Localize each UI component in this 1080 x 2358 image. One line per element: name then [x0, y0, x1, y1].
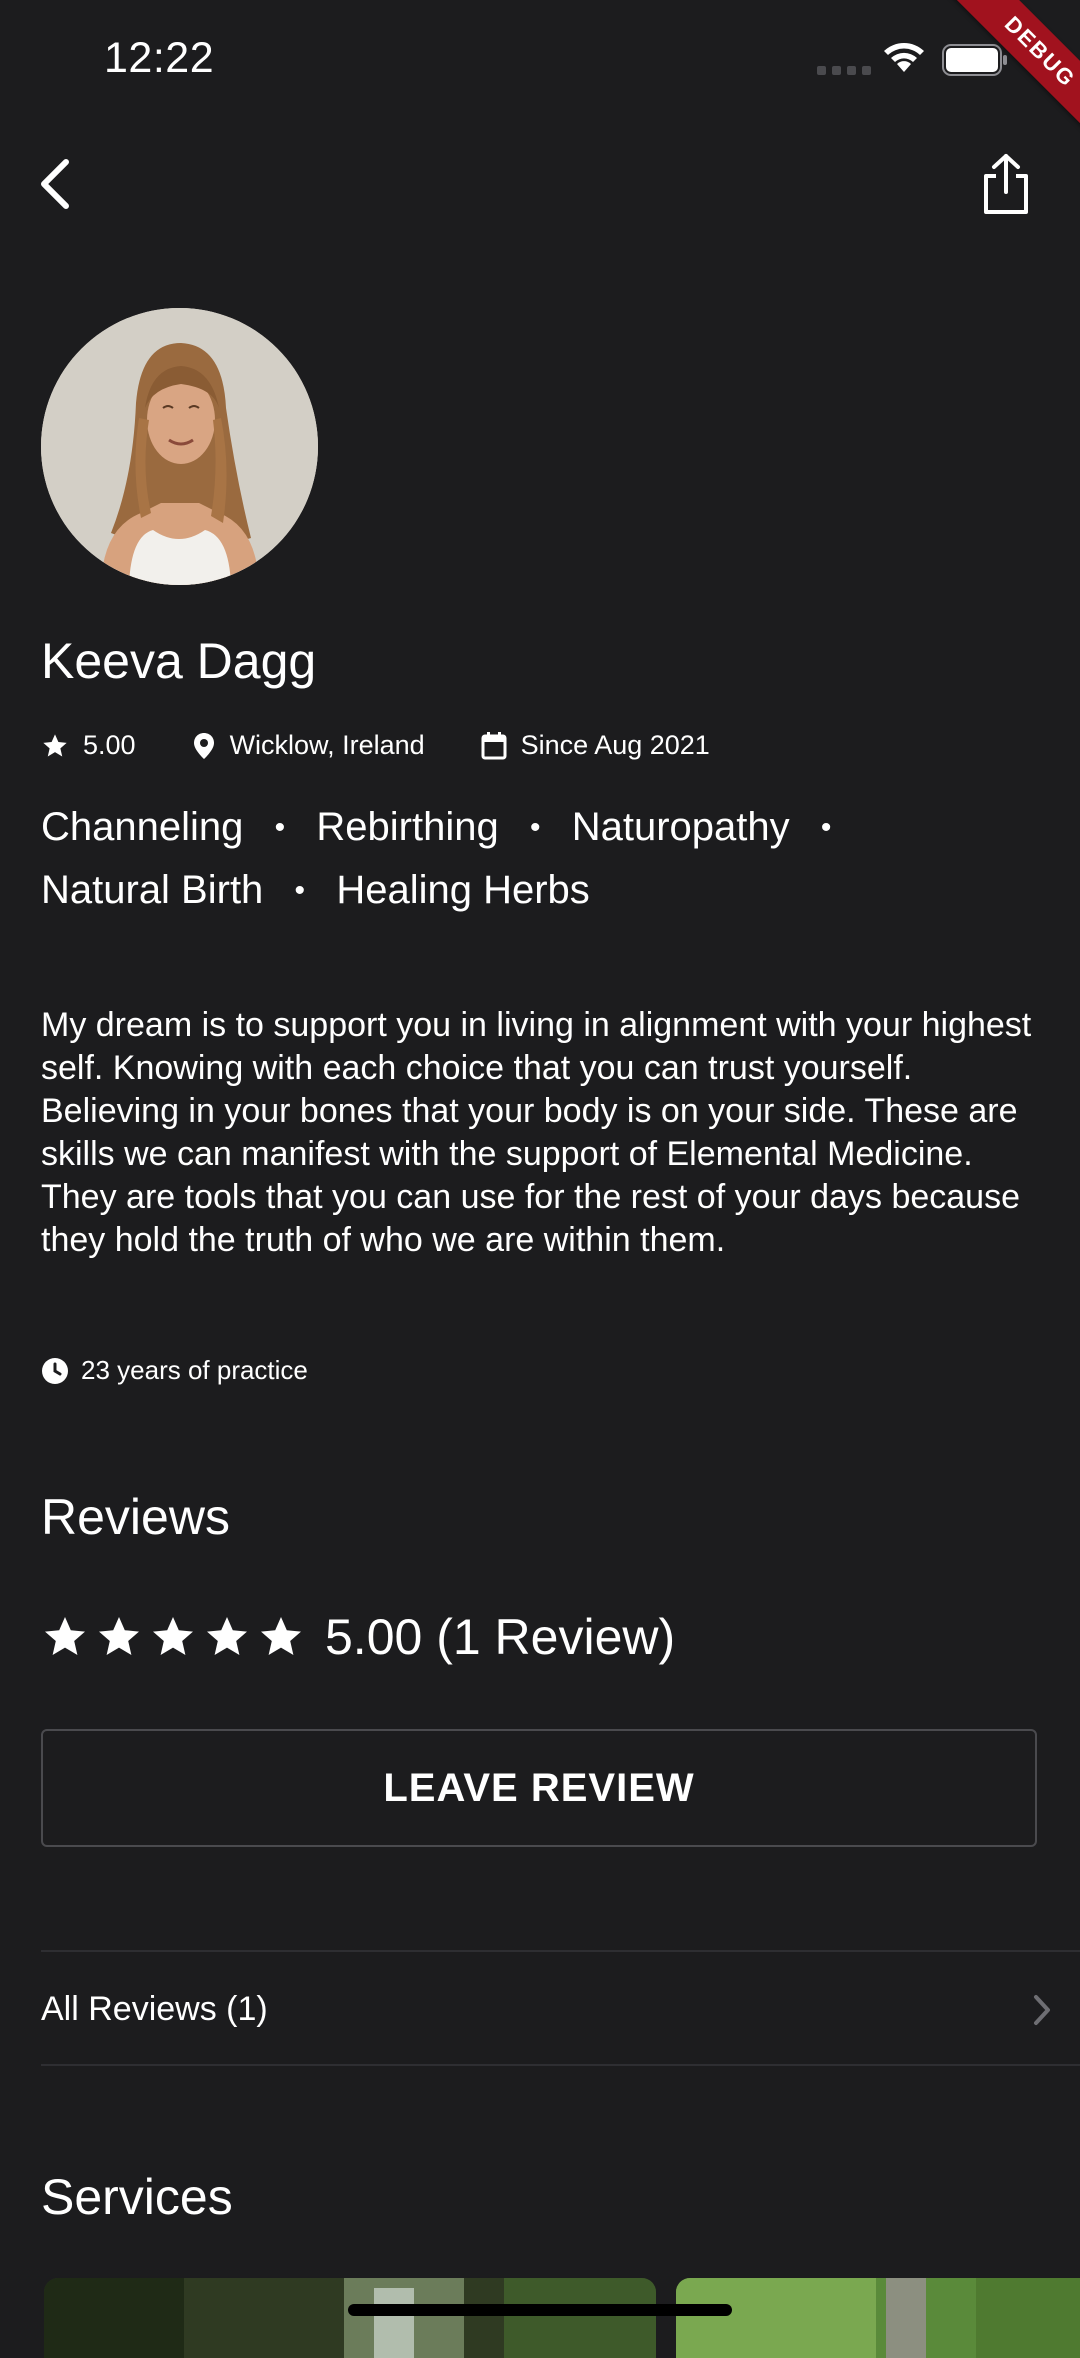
rating-summary: 5.00 (1 Review) [41, 1608, 675, 1666]
calendar-icon [481, 731, 507, 759]
location-pin-icon [193, 732, 214, 759]
leave-review-button[interactable]: LEAVE REVIEW [41, 1729, 1037, 1847]
rating-value: 5.00 [83, 730, 136, 760]
bio-text: My dream is to support you in living in … [41, 1006, 1032, 1259]
tag: Naturopathy [571, 805, 790, 849]
all-reviews-label: All Reviews (1) [41, 1989, 268, 2028]
service-card[interactable] [676, 2278, 1080, 2358]
star-icon [43, 733, 67, 756]
practice-text: 23 years of practice [81, 1355, 308, 1385]
avatar [41, 308, 318, 585]
status-time: 12:22 [104, 34, 215, 82]
rating-summary-text: 5.00 (1 Review) [325, 1609, 676, 1665]
tag: Healing Herbs [336, 868, 590, 912]
practice-years: 23 years of practice [41, 1355, 308, 1386]
meta-row: 5.00 Wicklow, Ireland Since Aug 2021 [41, 730, 766, 761]
location-text: Wicklow, Ireland [229, 730, 425, 760]
battery-icon [942, 44, 1008, 81]
all-reviews-row[interactable]: All Reviews (1) [41, 1952, 1080, 2066]
star-icon [99, 1617, 139, 1655]
star-icon [261, 1617, 301, 1655]
chevron-right-icon [1034, 1995, 1050, 2025]
reviews-heading: Reviews [41, 1489, 230, 1545]
cellular-signal-icon [817, 66, 871, 75]
service-card[interactable] [44, 2278, 656, 2358]
practitioner-name: Keeva Dagg [41, 633, 317, 689]
modality-tags: Channeling • Rebirthing • Naturopathy • Natura… [41, 796, 1051, 922]
since-meta: Since Aug 2021 [481, 730, 710, 761]
star-rating [41, 1613, 305, 1661]
star-icon [45, 1617, 85, 1655]
rating-meta: 5.00 [41, 730, 136, 761]
tag: Natural Birth [41, 868, 264, 912]
star-icon [207, 1617, 247, 1655]
divider [41, 2064, 1080, 2066]
home-indicator [348, 2304, 732, 2316]
debug-banner: DEBUG [925, 0, 1080, 167]
back-icon[interactable] [36, 158, 76, 215]
tag: Rebirthing [316, 805, 499, 849]
star-icon [153, 1617, 193, 1655]
share-icon[interactable] [978, 152, 1034, 221]
services-heading: Services [41, 2169, 233, 2225]
location-meta: Wicklow, Ireland [192, 730, 425, 761]
wifi-icon [882, 40, 926, 79]
since-text: Since Aug 2021 [520, 730, 710, 760]
tag: Channeling [41, 805, 244, 849]
clock-icon [42, 1357, 68, 1384]
